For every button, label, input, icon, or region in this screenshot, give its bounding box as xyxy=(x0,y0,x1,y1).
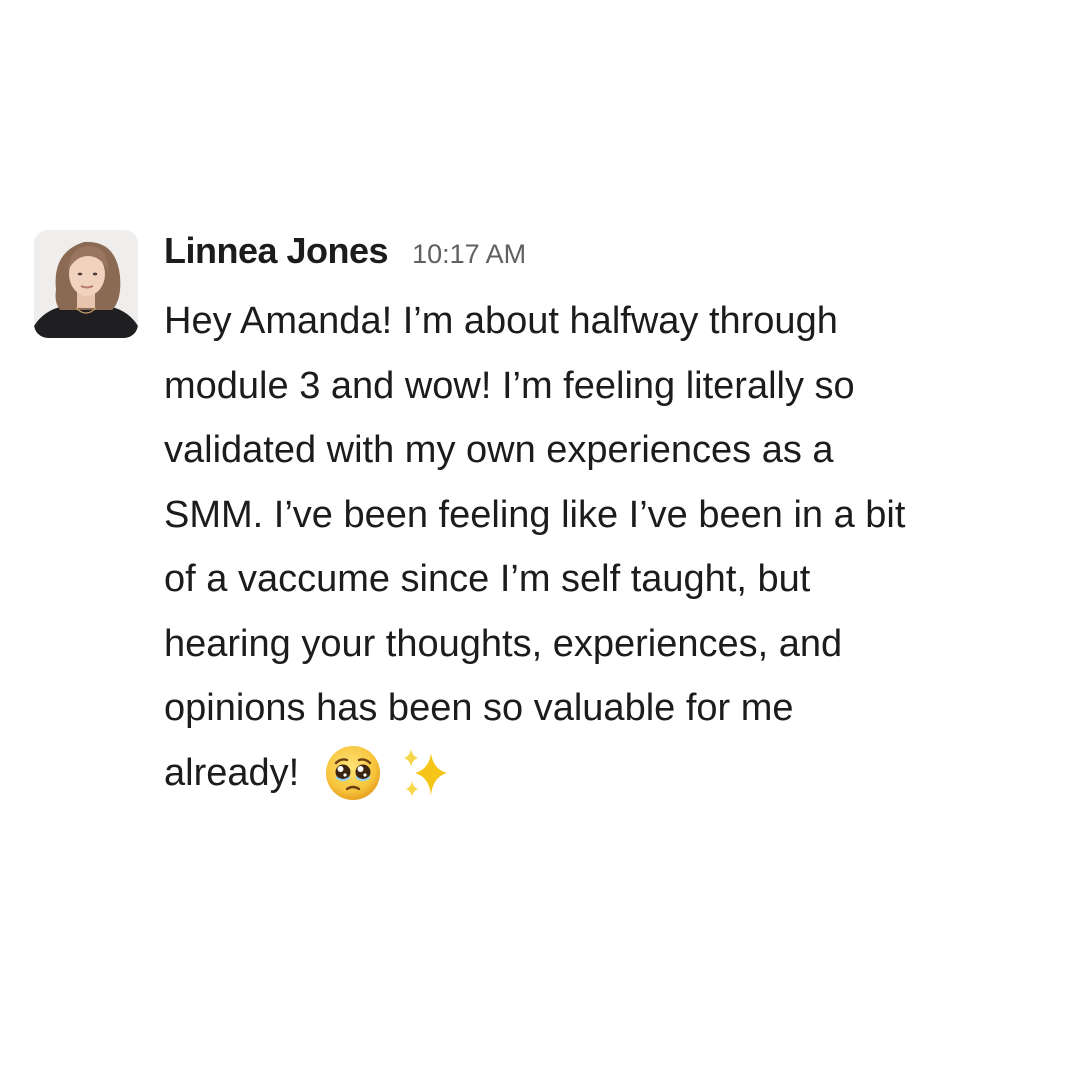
message-line: validated with my own experiences as a xyxy=(164,429,834,471)
message-line: already! xyxy=(164,751,300,794)
user-avatar[interactable] xyxy=(34,230,138,338)
message-body: Hey Amanda! I’m about halfway through mo… xyxy=(164,289,1044,805)
message-line: of a vaccume since I’m self taught, but xyxy=(164,558,811,600)
message-line: module 3 and wow! I’m feeling literally … xyxy=(164,364,855,407)
message-line: hearing your thoughts, experiences, and xyxy=(164,622,843,665)
avatar-photo-icon xyxy=(34,230,138,338)
message-content: Linnea Jones 10:17 AM Hey Amanda! I’m ab… xyxy=(164,230,1044,805)
message-line: opinions has been so valuable for me xyxy=(164,687,794,729)
pleading-face-emoji-icon[interactable] xyxy=(323,743,383,803)
message-timestamp[interactable]: 10:17 AM xyxy=(412,239,526,270)
message-line: Hey Amanda! I’m about halfway through xyxy=(164,300,838,342)
author-name[interactable]: Linnea Jones xyxy=(164,230,389,272)
message-header: Linnea Jones 10:17 AM xyxy=(164,230,1044,282)
message-last-line: already! xyxy=(164,741,1044,806)
message-line: SMM. I’ve been feeling like I’ve been in… xyxy=(164,493,906,536)
sparkles-emoji-icon[interactable] xyxy=(397,743,457,803)
